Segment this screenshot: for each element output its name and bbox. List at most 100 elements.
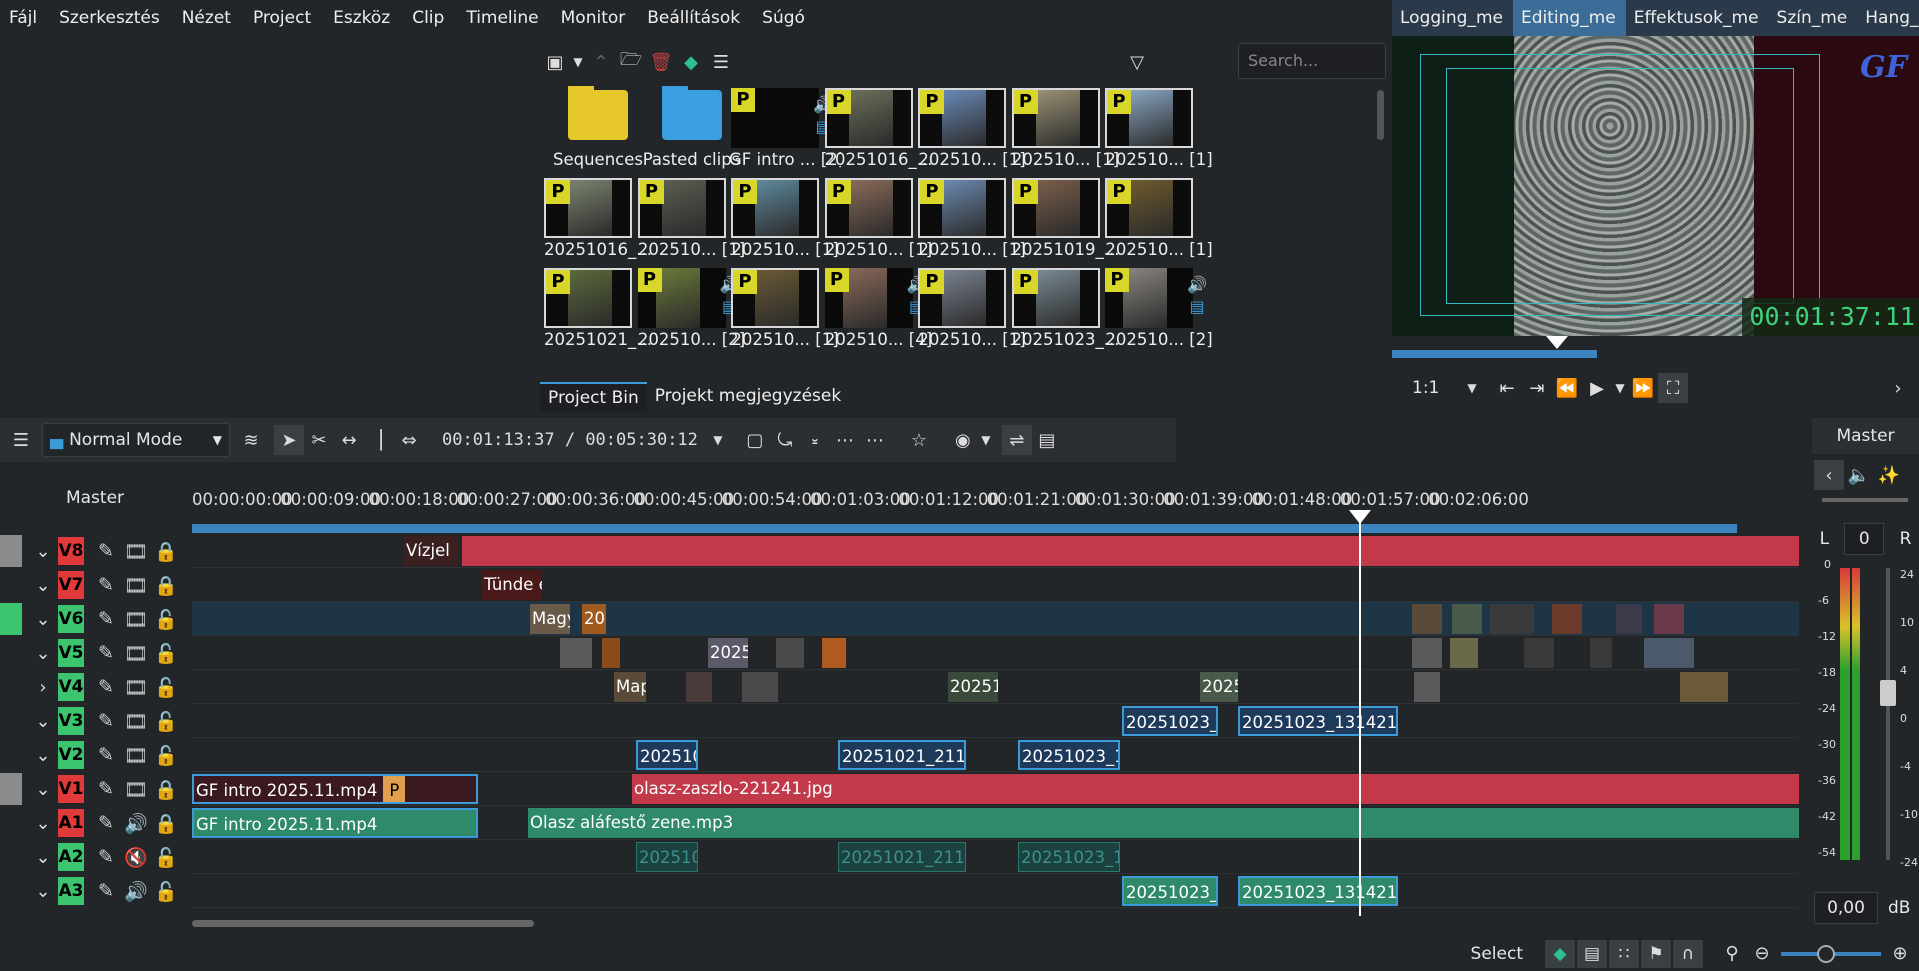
track-name[interactable]: V8 bbox=[58, 537, 84, 565]
track-row-a1[interactable]: GF intro 2025.11.mp4 Olasz aláfestő zene… bbox=[192, 806, 1799, 840]
edit-mode-select[interactable]: ▄ Normal Mode ▼ bbox=[42, 423, 230, 457]
menu-item[interactable]: Timeline bbox=[455, 8, 549, 28]
workspace-tab[interactable]: Szín_me bbox=[1769, 0, 1858, 36]
delete-icon[interactable]: 🗑 bbox=[646, 47, 676, 77]
bin-item[interactable]: P 202510... [1] bbox=[1103, 176, 1215, 266]
clip-a3-a[interactable]: 20251023_ bbox=[1122, 876, 1218, 906]
clip-v5-h[interactable] bbox=[1524, 638, 1554, 668]
menu-item[interactable]: Monitor bbox=[550, 8, 637, 28]
razor-tool-icon[interactable]: ✂ bbox=[304, 425, 334, 455]
effects-wand-icon[interactable]: ✎ bbox=[94, 846, 118, 869]
effects-wand-icon[interactable]: ✎ bbox=[94, 778, 118, 801]
clip-v6-g[interactable] bbox=[1616, 604, 1642, 634]
collapse-chevron-icon[interactable]: › bbox=[28, 677, 58, 698]
chevron-down-icon[interactable]: ▼ bbox=[1462, 373, 1482, 403]
workspace-tab[interactable]: Editing_me bbox=[1512, 0, 1626, 36]
new-folder-icon[interactable]: 🗁 bbox=[616, 47, 646, 77]
track-header[interactable]: ⌄ V6 ✎ 🎞 🔓 bbox=[0, 602, 192, 636]
film-icon[interactable]: 🎞 bbox=[124, 540, 148, 563]
lock-icon[interactable]: 🔓 bbox=[154, 710, 178, 733]
search-input[interactable]: Search... bbox=[1238, 43, 1386, 79]
clip-v6-e[interactable] bbox=[1490, 604, 1534, 634]
track-row-a2[interactable]: 202510 20251021_2116 20251023_1 bbox=[192, 840, 1799, 874]
clip-a2-b[interactable]: 20251021_2116 bbox=[838, 842, 966, 872]
track-row-v8[interactable]: Vízjel bbox=[192, 534, 1799, 568]
clip-v5-b[interactable] bbox=[602, 638, 620, 668]
lock-icon[interactable]: 🔓 bbox=[154, 608, 178, 631]
clip-v5-d[interactable] bbox=[776, 638, 804, 668]
track-name[interactable]: V6 bbox=[58, 605, 84, 633]
fit-frame-icon[interactable]: ⛶ bbox=[1658, 373, 1688, 403]
lock-icon[interactable]: 🔓 bbox=[154, 846, 178, 869]
insert-icon[interactable]: ⤿ bbox=[770, 425, 800, 455]
effects-wand-icon[interactable]: ✎ bbox=[94, 608, 118, 631]
track-row-v7[interactable]: Tünde é bbox=[192, 568, 1799, 602]
workspace-tab[interactable]: Effektusok_me bbox=[1626, 0, 1769, 36]
clip-a1-intro[interactable]: GF intro 2025.11.mp4 bbox=[192, 808, 478, 838]
favorite-icon[interactable]: ☆ bbox=[904, 425, 934, 455]
speaker-icon[interactable]: 🔈 bbox=[1844, 460, 1874, 490]
menu-icon[interactable]: ☰ bbox=[706, 47, 736, 77]
volume-slider-handle[interactable] bbox=[1880, 680, 1896, 706]
track-row-v1[interactable]: GF intro 2025.11.mp4 P olasz-zaszlo-22124… bbox=[192, 772, 1799, 806]
lock-icon[interactable]: 🔓 bbox=[154, 880, 178, 903]
chevron-down-icon[interactable]: ▼ bbox=[710, 425, 726, 455]
clip-v6-d[interactable] bbox=[1452, 604, 1482, 634]
collapse-chevron-icon[interactable]: ⌄ bbox=[28, 779, 58, 800]
clip-v5-c[interactable]: 2025 bbox=[708, 638, 748, 668]
lock-icon[interactable]: 🔒 bbox=[154, 778, 178, 801]
lock-icon[interactable]: 🔒 bbox=[154, 574, 178, 597]
balance-input[interactable]: 0 bbox=[1844, 523, 1885, 555]
split-icon[interactable]: ⋯ bbox=[860, 425, 890, 455]
snap-icon[interactable]: ∩ bbox=[1673, 939, 1703, 968]
mute-icon[interactable]: 🔊 bbox=[124, 880, 148, 903]
menu-item[interactable]: Súgó bbox=[751, 8, 816, 28]
zoom-out-icon[interactable]: ⊖ bbox=[1747, 939, 1777, 969]
collapse-chevron-icon[interactable]: ⌄ bbox=[28, 643, 58, 664]
track-row-v4[interactable]: Map 20251 2025 bbox=[192, 670, 1799, 704]
track-row-a3[interactable]: 20251023_ 20251023_131421- bbox=[192, 874, 1799, 908]
collapse-chevron-icon[interactable]: ⌄ bbox=[28, 541, 58, 562]
track-row-v6[interactable]: Magy 20 bbox=[192, 602, 1799, 636]
track-header[interactable]: ⌄ V8 ✎ 🎞 🔒 bbox=[0, 534, 192, 568]
clip-v5-f[interactable] bbox=[1412, 638, 1442, 668]
filter-icon[interactable]: ▽ bbox=[1122, 47, 1152, 77]
menu-item[interactable]: Clip bbox=[401, 8, 455, 28]
collapse-chevron-icon[interactable]: ⌄ bbox=[28, 745, 58, 766]
clip-v4-b[interactable] bbox=[686, 672, 712, 702]
clip-v2-b[interactable]: 20251021_2116 bbox=[838, 740, 966, 770]
film-icon[interactable]: 🎞 bbox=[124, 608, 148, 631]
film-icon[interactable]: 🎞 bbox=[124, 778, 148, 801]
track-header[interactable]: ⌄ V2 ✎ 🎞 🔓 bbox=[0, 738, 192, 772]
track-header[interactable]: ⌄ V1 ✎ 🎞 🔒 bbox=[0, 772, 192, 806]
film-icon[interactable]: 🎞 bbox=[124, 744, 148, 767]
track-name[interactable]: A2 bbox=[58, 843, 84, 871]
film-icon[interactable]: 🎞 bbox=[124, 676, 148, 699]
clip-a1-music[interactable]: Olasz aláfestő zene.mp3 bbox=[528, 808, 1799, 838]
mute-icon[interactable]: 🔇 bbox=[124, 846, 148, 869]
track-name[interactable]: A3 bbox=[58, 877, 84, 905]
collapse-chevron-icon[interactable]: ⌄ bbox=[28, 813, 58, 834]
ripple-icon[interactable]: ≋ bbox=[236, 425, 266, 455]
clip-v4-d[interactable]: 20251 bbox=[948, 672, 998, 702]
play-icon[interactable]: ▶ bbox=[1582, 373, 1612, 403]
clip-a3-b[interactable]: 20251023_131421- bbox=[1238, 876, 1398, 906]
track-name[interactable]: V7 bbox=[58, 571, 84, 599]
lift-icon[interactable]: ⋯ bbox=[830, 425, 860, 455]
chevron-down-icon[interactable]: ▼ bbox=[978, 425, 994, 455]
effects-wand-icon[interactable]: ✎ bbox=[94, 676, 118, 699]
balance-slider[interactable] bbox=[1822, 498, 1908, 502]
track-header[interactable]: ⌄ V3 ✎ 🎞 🔓 bbox=[0, 704, 192, 738]
tag-icon[interactable]: ◆ bbox=[676, 47, 706, 77]
menu-item[interactable]: Eszköz bbox=[322, 8, 401, 28]
magic-icon[interactable]: ✨ bbox=[1874, 460, 1904, 490]
db-input[interactable]: 0,00 bbox=[1814, 892, 1878, 924]
menu-item[interactable]: Nézet bbox=[171, 8, 242, 28]
spacer-tool-icon[interactable]: ↔ bbox=[334, 425, 364, 455]
clip-v1-flag[interactable]: olasz-zaszlo-221241.jpg bbox=[632, 774, 1799, 804]
timeline-hscrollbar[interactable] bbox=[192, 918, 1752, 928]
snap-toggle-icon[interactable]: ⇌ bbox=[1001, 425, 1032, 455]
film-icon[interactable]: 🎞 bbox=[124, 710, 148, 733]
clip-v4-e[interactable]: 2025 bbox=[1200, 672, 1238, 702]
workspace-tab[interactable]: Logging_me bbox=[1392, 0, 1513, 36]
